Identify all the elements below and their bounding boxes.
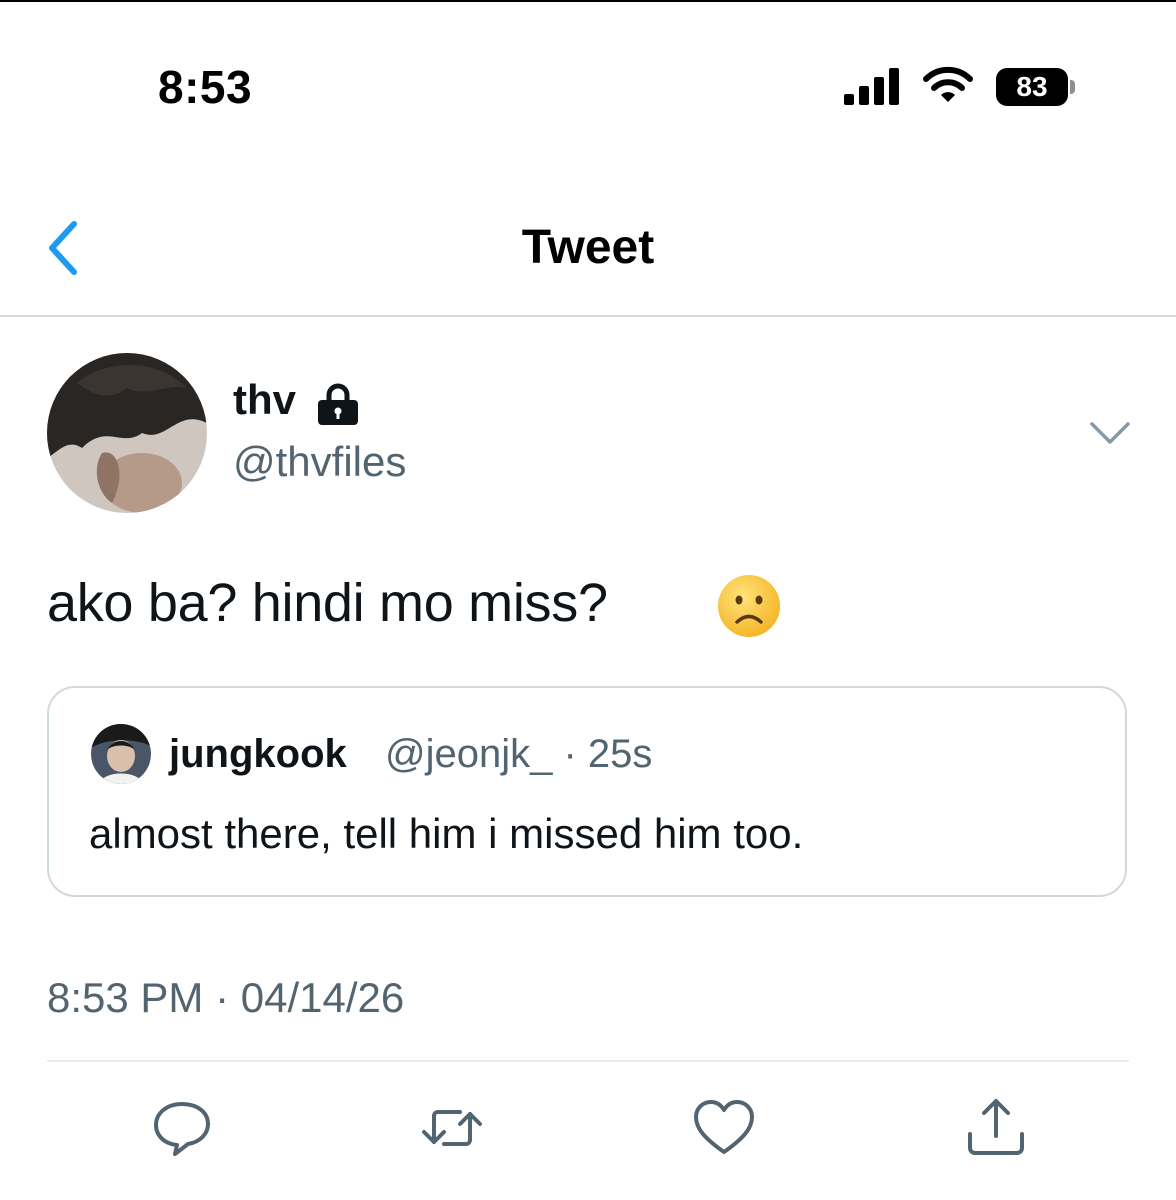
top-border — [0, 0, 1176, 2]
quoted-author-handle-time: @jeonjk_ · 25s — [385, 732, 653, 776]
tweet-timestamp: 8:53 PM · 04/14/26 — [47, 974, 405, 1021]
retweet-icon — [422, 1110, 482, 1146]
tweet-text: ako ba? hindi mo miss? — [47, 573, 608, 633]
battery-percent: 83 — [1016, 71, 1048, 102]
author-handle[interactable]: @thvfiles — [233, 438, 406, 486]
reply-icon — [154, 1102, 210, 1156]
share-icon — [968, 1099, 1024, 1155]
cellular-signal-icon — [844, 68, 899, 105]
nav-divider — [0, 315, 1176, 317]
quoted-author-name: jungkook — [169, 732, 347, 776]
quoted-tweet-text: almost there, tell him i missed him too. — [89, 810, 804, 857]
actions-divider — [47, 1060, 1129, 1062]
lock-icon — [318, 383, 358, 425]
status-time: 8:53 — [158, 61, 253, 113]
chevron-down-icon[interactable] — [1088, 418, 1132, 448]
battery-indicator: 83 — [996, 68, 1080, 108]
like-button[interactable] — [692, 1096, 756, 1160]
wifi-icon — [923, 66, 973, 102]
share-button[interactable] — [964, 1096, 1028, 1160]
like-icon — [694, 1100, 754, 1154]
retweet-button[interactable] — [420, 1096, 484, 1160]
reply-button[interactable] — [150, 1096, 214, 1160]
quoted-author-avatar — [91, 724, 151, 784]
author-avatar[interactable] — [47, 353, 207, 513]
author-name[interactable]: thv — [233, 376, 296, 424]
quoted-tweet[interactable]: jungkook @jeonjk_ · 25s almost there, te… — [47, 686, 1127, 897]
battery-cap — [1070, 80, 1075, 94]
frowning-face-emoji-icon — [718, 575, 780, 637]
page-title: Tweet — [521, 221, 655, 274]
